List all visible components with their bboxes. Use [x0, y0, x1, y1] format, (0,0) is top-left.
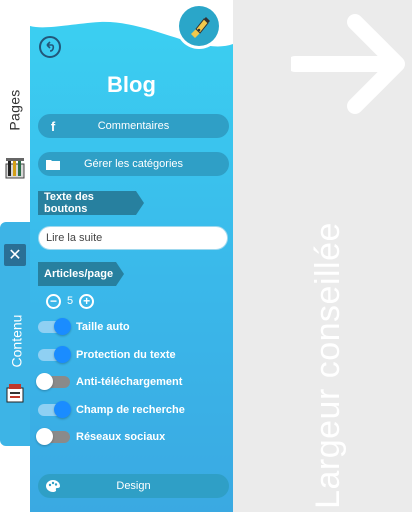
tab-pages-label: Pages	[7, 89, 24, 131]
categories-label: Gérer les catégories	[83, 158, 184, 170]
taille-auto-label: Taille auto	[76, 321, 130, 333]
close-icon[interactable]: ✕	[4, 244, 26, 266]
toggle-row-reseaux-sociaux: Réseaux sociaux	[36, 428, 166, 446]
commentaires-label: Commentaires	[97, 120, 170, 132]
reseaux-sociaux-toggle[interactable]	[36, 428, 70, 445]
design-label: Design	[116, 480, 151, 492]
pages-icon[interactable]	[5, 156, 25, 180]
champ-recherche-label: Champ de recherche	[76, 404, 185, 416]
anti-telechargement-label: Anti-téléchargement	[76, 376, 183, 388]
facebook-icon: f	[50, 118, 56, 134]
read-more-text-input[interactable]	[38, 226, 228, 250]
content-icon[interactable]	[5, 382, 25, 404]
decrement-button[interactable]: −	[46, 293, 61, 309]
blog-settings-panel: Blog f Commentaires Gérer les catégories…	[30, 0, 233, 512]
toggle-row-champ-recherche: Champ de recherche	[38, 401, 185, 419]
recommended-width-label-wrap: Largeur conseillée	[308, 220, 348, 510]
articles-per-page-stepper: − 5 +	[46, 293, 95, 309]
tab-contenu[interactable]: ✕ Contenu	[0, 222, 32, 446]
logo-badge	[179, 6, 219, 46]
protection-texte-label: Protection du texte	[76, 349, 176, 361]
design-button[interactable]: Design	[38, 474, 229, 498]
texte-boutons-label: Texte des boutons	[44, 191, 94, 215]
tab-pages[interactable]: Pages	[0, 70, 30, 150]
toggle-row-protection-texte: Protection du texte	[38, 346, 176, 364]
stepper-value: 5	[67, 295, 74, 307]
reseaux-sociaux-label: Réseaux sociaux	[76, 431, 166, 443]
section-articles-page: Articles/page	[38, 262, 124, 286]
toggle-row-anti-telechargement: Anti-téléchargement	[36, 373, 183, 391]
back-icon	[46, 41, 55, 52]
toggle-row-taille-auto: Taille auto	[38, 318, 130, 336]
recommended-width-label: Largeur conseillée	[308, 221, 347, 509]
page-title: Blog	[107, 72, 156, 97]
tab-contenu-label-wrap: Contenu	[0, 306, 32, 376]
preview-area: Largeur conseillée	[233, 0, 412, 512]
gerer-categories-button[interactable]: Gérer les catégories	[38, 152, 229, 176]
pen-logo-icon	[191, 17, 210, 38]
folder-icon	[46, 156, 60, 172]
back-button[interactable]	[39, 36, 61, 58]
articles-page-label: Articles/page	[44, 268, 114, 280]
protection-texte-toggle[interactable]	[38, 346, 71, 363]
section-texte-boutons: Texte des boutons	[38, 191, 144, 215]
anti-telechargement-toggle[interactable]	[36, 373, 70, 390]
commentaires-button[interactable]: f Commentaires	[38, 114, 229, 138]
arrow-right-icon	[291, 14, 405, 114]
champ-recherche-toggle[interactable]	[38, 401, 71, 418]
increment-button[interactable]: +	[79, 293, 95, 309]
taille-auto-toggle[interactable]	[38, 318, 71, 335]
left-tab-strip: Pages ✕ Contenu	[0, 0, 32, 512]
palette-icon	[46, 478, 60, 494]
tab-contenu-label: Contenu	[8, 314, 24, 368]
